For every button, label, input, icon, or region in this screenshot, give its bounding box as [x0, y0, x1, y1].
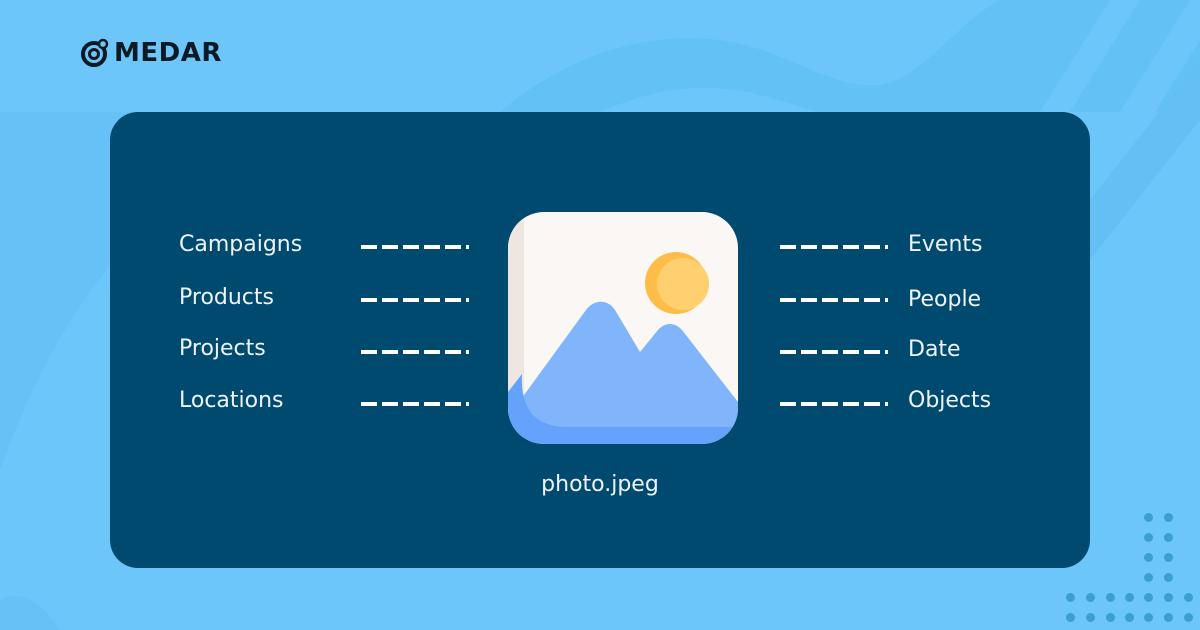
label-projects: Projects: [179, 336, 266, 361]
dot: [1164, 573, 1173, 582]
dot: [1106, 593, 1115, 602]
dot: [1164, 593, 1173, 602]
connector-line: [361, 298, 469, 302]
dot: [1066, 593, 1075, 602]
label-locations: Locations: [179, 388, 284, 413]
connector-line: [361, 402, 469, 406]
label-events: Events: [908, 232, 983, 257]
dot: [1184, 613, 1193, 622]
dot: [1106, 613, 1115, 622]
dot: [1144, 553, 1153, 562]
connector-line: [780, 298, 888, 302]
dot: [1164, 513, 1173, 522]
connector-line: [361, 350, 469, 354]
dot: [1144, 593, 1153, 602]
dot: [1144, 613, 1153, 622]
dot: [1164, 533, 1173, 542]
label-products: Products: [179, 285, 274, 310]
connector-line: [361, 245, 469, 249]
label-people: People: [908, 287, 982, 312]
dot: [1144, 533, 1153, 542]
label-campaigns: Campaigns: [179, 232, 303, 257]
dot: [1144, 513, 1153, 522]
brand-name: MEDAR: [114, 38, 222, 68]
image-icon: [508, 212, 738, 444]
dot: [1066, 613, 1075, 622]
dot: [1125, 593, 1134, 602]
dot: [1144, 573, 1153, 582]
connector-line: [780, 402, 888, 406]
dot: [1164, 553, 1173, 562]
brand-logo[interactable]: MEDAR: [80, 38, 222, 68]
dot: [1164, 613, 1173, 622]
dot: [1086, 613, 1095, 622]
file-name: photo.jpeg: [541, 472, 659, 497]
connector-line: [780, 245, 888, 249]
label-objects: Objects: [908, 388, 992, 413]
dot: [1086, 593, 1095, 602]
dot: [1125, 613, 1134, 622]
connector-line: [780, 350, 888, 354]
label-date: Date: [908, 337, 961, 362]
camera-lens-logo-icon: [81, 38, 109, 67]
dot: [1184, 593, 1193, 602]
